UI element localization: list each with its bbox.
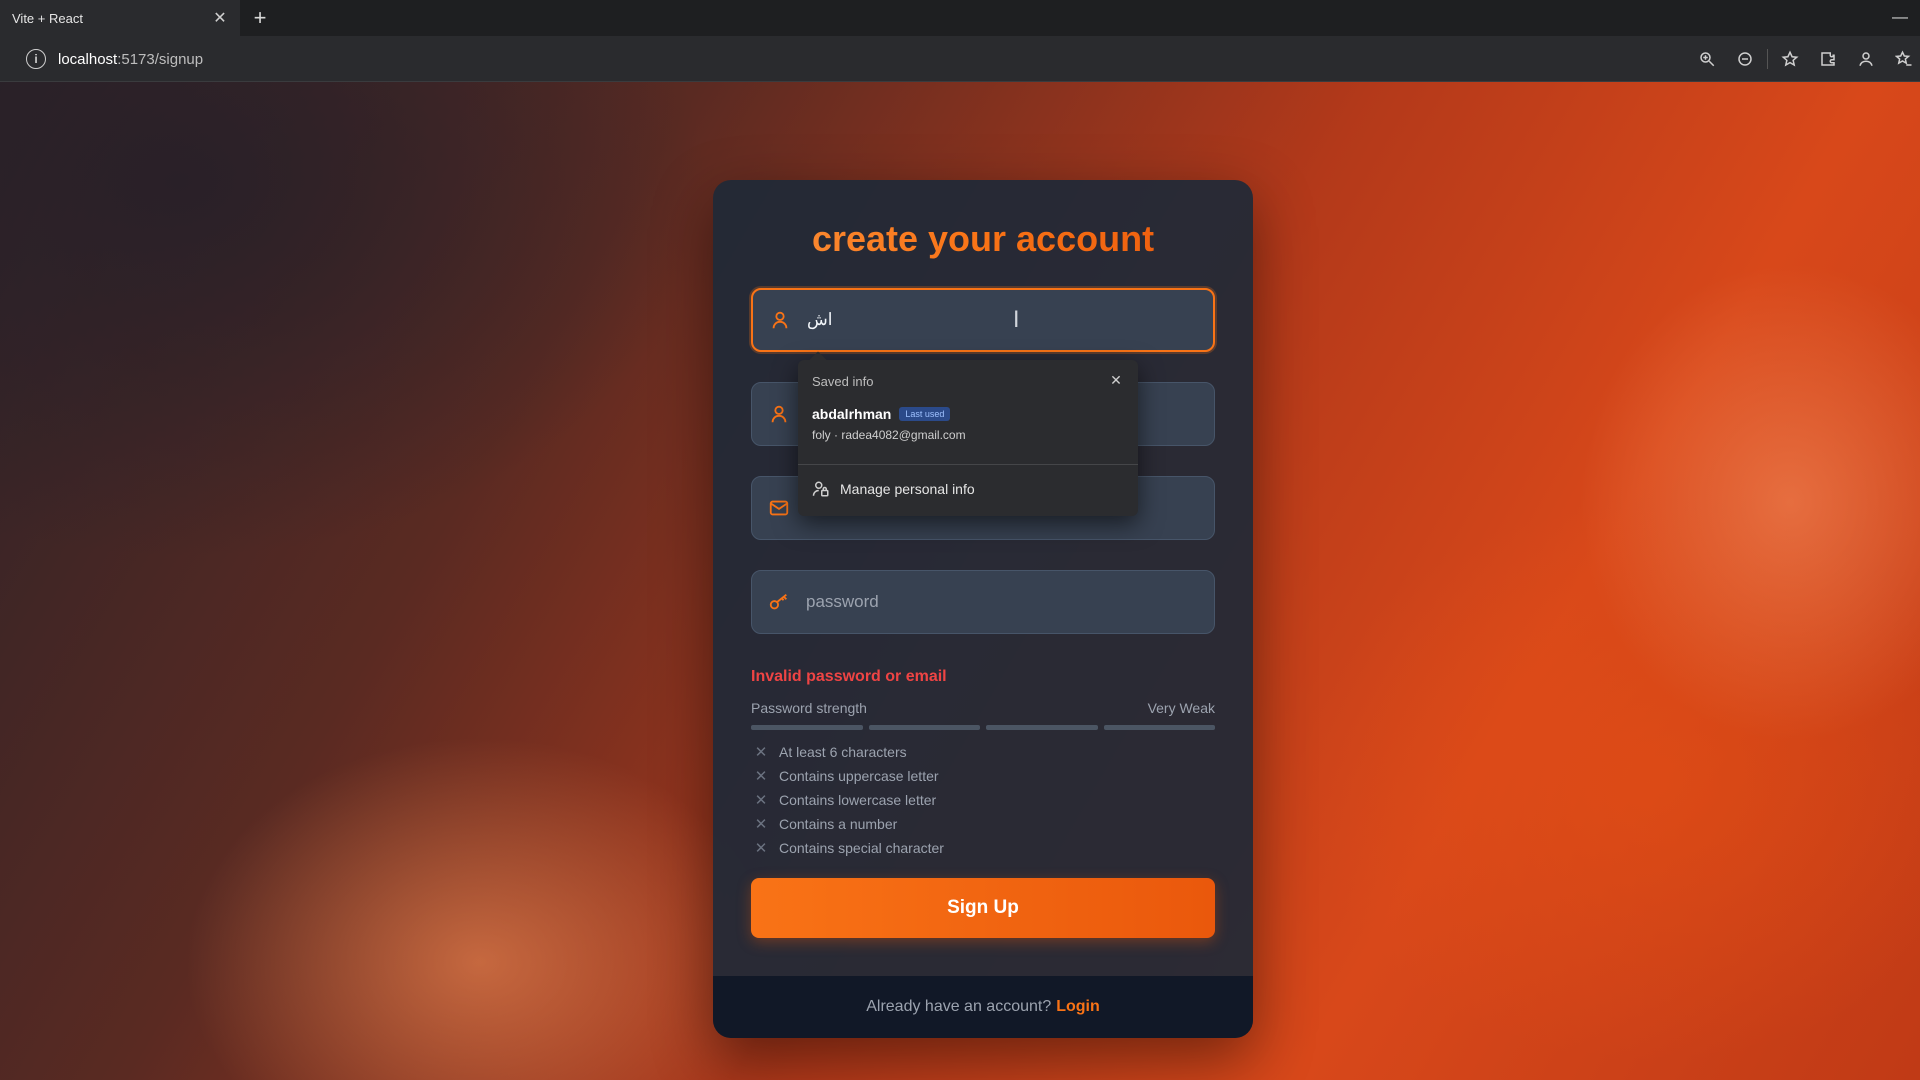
browser-toolbar — [1685, 43, 1920, 75]
strength-segment — [986, 725, 1098, 730]
signup-button[interactable]: Sign Up — [751, 878, 1215, 938]
requirement-item: ✕ Contains special character — [751, 836, 1215, 860]
autofill-divider — [798, 464, 1138, 465]
password-strength-row: Password strength Very Weak — [751, 700, 1215, 716]
autofill-popup: Saved info ✕ abdalrhman Last used foly ·… — [798, 360, 1138, 516]
password-requirements: ✕ At least 6 characters ✕ Contains upper… — [751, 740, 1215, 860]
requirement-item: ✕ Contains uppercase letter — [751, 764, 1215, 788]
autofill-suggestion[interactable]: abdalrhman Last used foly · radea4082@gm… — [798, 398, 1138, 456]
requirement-label: Contains special character — [779, 840, 944, 856]
url-path: :5173/signup — [117, 50, 204, 68]
browser-address-bar: i localhost:5173/signup — [0, 36, 1920, 82]
key-icon — [752, 570, 806, 634]
strength-label: Password strength — [751, 700, 867, 716]
favorites-icon[interactable] — [1888, 43, 1920, 75]
footer-prompt: Already have an account? — [866, 998, 1052, 1015]
close-icon[interactable]: ✕ — [1106, 370, 1126, 390]
favorite-star-icon[interactable] — [1774, 43, 1806, 75]
x-icon: ✕ — [754, 816, 768, 833]
page-title: create your account — [713, 218, 1253, 260]
error-message: Invalid password or email — [751, 668, 947, 685]
manage-personal-info-button[interactable]: Manage personal info — [812, 474, 975, 504]
new-tab-button[interactable]: + — [246, 4, 274, 32]
browser-tab-bar: Vite + React ✕ + — — [0, 0, 1920, 36]
autofill-header: Saved info — [812, 374, 874, 389]
requirement-label: Contains uppercase letter — [779, 768, 939, 784]
autofill-name: abdalrhman — [812, 406, 892, 422]
url-host: localhost — [58, 50, 118, 68]
requirement-item: ✕ Contains lowercase letter — [751, 788, 1215, 812]
block-icon[interactable] — [1729, 43, 1761, 75]
user-icon — [753, 288, 807, 352]
requirement-item: ✕ Contains a number — [751, 812, 1215, 836]
card-footer: Already have an account? Login — [713, 976, 1253, 1038]
strength-value: Very Weak — [1147, 700, 1215, 716]
password-input[interactable] — [806, 571, 1214, 633]
browser-tab[interactable]: Vite + React ✕ — [0, 0, 240, 36]
profile-icon[interactable] — [1850, 43, 1882, 75]
autofill-name-row: abdalrhman Last used — [812, 406, 1138, 422]
toolbar-separator — [1767, 49, 1768, 69]
page-viewport: create your account I — [0, 82, 1920, 1080]
x-icon: ✕ — [754, 768, 768, 785]
minimize-window-button[interactable]: — — [1886, 4, 1914, 32]
fullname-field[interactable]: I — [751, 288, 1215, 352]
requirement-label: Contains a number — [779, 816, 898, 832]
zoom-icon[interactable] — [1691, 43, 1723, 75]
password-field[interactable] — [751, 570, 1215, 634]
tab-close-icon[interactable]: ✕ — [206, 4, 234, 32]
last-used-badge: Last used — [899, 407, 951, 421]
extensions-icon[interactable] — [1812, 43, 1844, 75]
strength-meter — [751, 725, 1215, 730]
strength-segment — [751, 725, 863, 730]
url-text: localhost:5173/signup — [58, 51, 203, 68]
site-info-icon[interactable]: i — [26, 49, 46, 69]
x-icon: ✕ — [754, 792, 768, 809]
person-lock-icon — [812, 480, 832, 498]
requirement-label: Contains lowercase letter — [779, 792, 937, 808]
x-icon: ✕ — [754, 744, 768, 761]
x-icon: ✕ — [754, 840, 768, 857]
login-link[interactable]: Login — [1056, 998, 1100, 1016]
url-field[interactable]: i localhost:5173/signup — [16, 43, 1716, 75]
manage-personal-info-label: Manage personal info — [840, 481, 975, 497]
tab-title: Vite + React — [12, 10, 83, 26]
strength-segment — [868, 725, 980, 730]
fullname-input[interactable] — [807, 290, 1213, 350]
requirement-item: ✕ At least 6 characters — [751, 740, 1215, 764]
strength-segment — [1103, 725, 1215, 730]
autofill-details: foly · radea4082@gmail.com — [812, 428, 966, 442]
text-cursor-icon: I — [1013, 308, 1020, 333]
requirement-label: At least 6 characters — [779, 744, 907, 760]
signup-card: create your account I — [713, 180, 1253, 1038]
